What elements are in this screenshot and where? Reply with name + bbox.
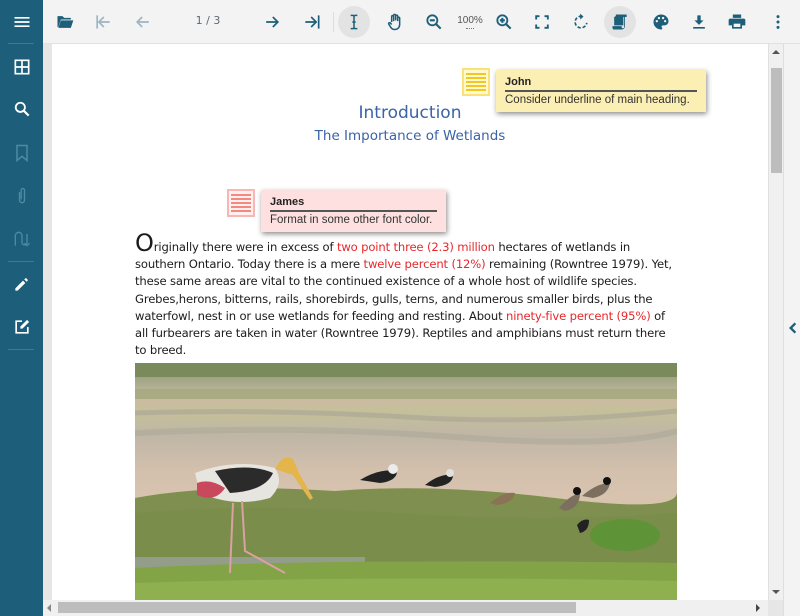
theme-button[interactable] [645,6,677,38]
grid-icon [14,59,29,75]
highlighted-text: twelve percent (12%) [363,257,486,272]
download-icon [693,15,705,29]
zoom-dropdown-indicator[interactable] [466,28,474,29]
body-paragraph: Originally there were in excess of two p… [135,231,680,359]
rotate-icon [574,13,588,29]
pan-button[interactable] [379,6,411,38]
comment-marker-james[interactable] [227,189,255,217]
fit-page-button[interactable] [526,6,558,38]
document-page: Introduction The Importance of Wetlands … [52,44,768,600]
print-button[interactable] [721,6,753,38]
document-viewport[interactable]: Introduction The Importance of Wetlands … [43,44,768,600]
pdf-viewer-app: 1 / 3 100% Introduction The Importance o… [0,0,800,616]
print-icon [728,14,746,29]
sidebar-divider [8,261,34,262]
text-segment: riginally there were in excess of [153,240,337,254]
scroll-right-arrow-icon[interactable] [756,604,760,612]
arrow-left-icon [135,16,149,28]
comment-author: John [505,76,697,92]
arrow-right-icon [266,16,280,28]
horizontal-scrollbar[interactable] [43,600,768,616]
comment-text: Consider underline of main heading. [505,94,690,106]
pencil-icon [14,278,28,291]
sidebar-item-signature[interactable] [0,221,43,257]
comment-text: Format in some other font color. [270,214,433,226]
drop-cap: O [135,229,154,257]
page-subtitle: The Importance of Wetlands [314,128,506,144]
last-page-button[interactable] [296,6,328,38]
previous-page-button[interactable] [127,6,159,38]
text-select-button[interactable] [338,6,370,38]
hand-icon [387,13,401,31]
hamburger-icon [14,17,29,27]
highlighted-text: ninety-five percent (95%) [506,308,651,323]
highlighted-text: two point three (2.3) million [336,240,495,254]
horizontal-scroll-thumb[interactable] [58,602,576,613]
search-icon [14,101,29,117]
next-page-button[interactable] [256,6,288,38]
zoom-level[interactable]: 100% [456,15,484,26]
read-mode-button[interactable] [604,6,636,38]
sidebar-divider [8,43,34,44]
sidebar-divider [8,349,34,350]
wetland-photo [135,363,677,600]
paperclip-icon [18,187,25,204]
vertical-scrollbar[interactable] [768,44,783,600]
open-file-button[interactable] [49,6,81,38]
fullscreen-icon [535,15,549,29]
zoom-out-icon [426,14,442,30]
sidebar-item-bookmarks[interactable] [0,135,43,171]
comment-popup-john: John Consider underline of main heading. [496,70,706,112]
left-sidebar [0,0,43,616]
vertical-scroll-thumb[interactable] [771,68,782,173]
first-page-button[interactable] [87,6,119,38]
edit-icon [14,319,29,334]
comment-author: James [270,196,437,212]
rotate-button[interactable] [565,6,597,38]
sidebar-item-annotate[interactable] [0,266,43,302]
more-options-button[interactable] [762,6,794,38]
scroll-left-arrow-icon[interactable] [47,604,51,612]
menu-button[interactable] [0,4,43,40]
sidebar-item-search[interactable] [0,91,43,127]
scroll-up-arrow-icon[interactable] [772,50,780,54]
scroll-document-icon [612,14,627,30]
zoom-in-button[interactable] [488,6,520,38]
toolbar: 1 / 3 100% [43,0,800,44]
folder-open-icon [57,16,74,28]
first-page-icon [96,15,110,29]
zoom-out-button[interactable] [418,6,450,38]
right-panel-toggle[interactable] [783,44,800,616]
zoom-in-icon [496,14,512,30]
download-button[interactable] [683,6,715,38]
sidebar-item-thumbnails[interactable] [0,49,43,85]
signature-icon [14,231,30,247]
more-vertical-icon [776,15,780,29]
palette-icon [653,14,669,30]
text-cursor-icon [350,14,358,30]
sidebar-item-attachments[interactable] [0,178,43,214]
comment-marker-john[interactable] [462,68,490,96]
scrollbar-corner [768,600,783,616]
sidebar-item-edit[interactable] [0,309,43,345]
page-indicator[interactable]: 1 / 3 [193,14,223,27]
chevron-left-icon [789,322,797,334]
toolbar-divider [333,12,334,32]
last-page-icon [305,15,320,29]
comment-popup-james: James Format in some other font color. [261,190,446,232]
bookmark-icon [15,144,28,163]
scroll-down-arrow-icon[interactable] [772,590,780,594]
